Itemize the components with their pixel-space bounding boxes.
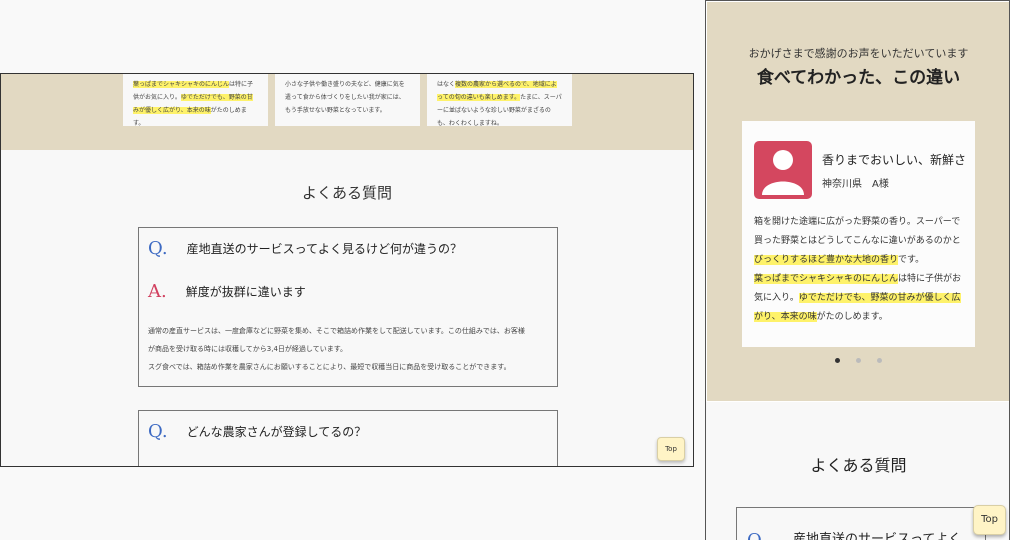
q-mark: Q. bbox=[148, 421, 168, 442]
faq-answer: A. 鮮度が抜群に違います bbox=[148, 281, 306, 302]
q-mark: Q. bbox=[747, 530, 767, 540]
answer-body-line: 通常の産直サービスは、一度倉庫などに野菜を集め、そこで箱詰め作業をして配送してい… bbox=[148, 327, 525, 335]
card-highlight: びっくりするほど豊かな大地の香り bbox=[754, 255, 899, 265]
card-text: はなく bbox=[437, 81, 456, 88]
q-mark: Q. bbox=[148, 238, 168, 259]
question-text: 産地直送のサービスってよく見るけど何が違うの？ bbox=[186, 242, 462, 256]
carousel-dot[interactable] bbox=[877, 358, 882, 363]
faq-item[interactable]: Q. 産地直送のサービスってよく bbox=[736, 507, 986, 540]
question-text: 産地直送のサービスってよく bbox=[793, 532, 962, 540]
faq-item-2: Q. どんな農家さんが登録してるの？ bbox=[138, 410, 558, 466]
scroll-top-button[interactable]: Top bbox=[657, 437, 685, 461]
testimonial-card-2: 小さな子供や働き盛りの夫など、健康に気を遣って食から体づくりをしたい我が家には、… bbox=[275, 74, 420, 126]
card-body: 箱を開けた途端に広がった野菜の香り。スーパーで買った野菜とはどうしてこんなに違い… bbox=[754, 213, 966, 327]
person-avatar-icon bbox=[754, 141, 812, 199]
testimonial-subtitle: おかげさまで感謝のお声をいただいています bbox=[748, 47, 969, 60]
faq-question[interactable]: Q. 産地直送のサービスってよく見るけど何が違うの？ bbox=[148, 238, 462, 259]
faq-title: よくある質問 bbox=[810, 456, 907, 475]
scroll-top-button[interactable]: Top bbox=[973, 505, 1006, 535]
card-title: 香りまでおいしい、新鮮さ bbox=[822, 153, 967, 167]
carousel-dot[interactable] bbox=[835, 358, 840, 363]
card-text: 箱を開けた途端に広がった野菜の香り。スーパーで買った野菜とはどうしてこんなに違い… bbox=[754, 217, 961, 246]
card-text: 小さな子供や働き盛りの夫など、健康に気を遣って食から体づくりをしたい我が家には、… bbox=[285, 81, 405, 114]
a-mark: A. bbox=[148, 281, 167, 302]
faq-item-1: Q. 産地直送のサービスってよく見るけど何が違うの？ A. 鮮度が抜群に違います… bbox=[138, 227, 558, 387]
testimonial-title: 食べてわかった、この違い bbox=[756, 68, 961, 88]
testimonial-band: 葉っぱまでシャキシャキのにんじんは特に子供がお気に入り。ゆでただけでも、野菜の甘… bbox=[1, 74, 693, 150]
desktop-preview: 葉っぱまでシャキシャキのにんじんは特に子供がお気に入り。ゆでただけでも、野菜の甘… bbox=[0, 73, 694, 467]
carousel-dots bbox=[706, 358, 1009, 363]
answer-body: 通常の産直サービスは、一度倉庫などに野菜を集め、そこで箱詰め作業をして配送してい… bbox=[148, 322, 553, 376]
question-text: どんな農家さんが登録してるの？ bbox=[186, 425, 367, 439]
card-author: 神奈川県 A様 bbox=[822, 179, 889, 190]
testimonial-card-3: はなく複数の農家から選べるので、地域によっての旬の違いも楽しめます。たまに、スー… bbox=[427, 74, 572, 126]
carousel-dot[interactable] bbox=[856, 358, 861, 363]
card-highlight: 葉っぱまでシャキシャキのにんじん bbox=[754, 274, 899, 284]
mobile-preview: おかげさまで感謝のお声をいただいています 食べてわかった、この違い 香りまでおい… bbox=[705, 0, 1010, 540]
faq-title: よくある質問 bbox=[301, 184, 392, 202]
card-text: です。 bbox=[898, 255, 925, 265]
answer-text: 鮮度が抜群に違います bbox=[185, 285, 306, 299]
card-text: がたのしめます。 bbox=[816, 312, 888, 322]
card-highlight: 葉っぱまでシャキシャキのにんじん bbox=[133, 81, 230, 88]
answer-body-line: スグ食べでは、箱詰め作業を農家さんにお願いすることにより、最短で収穫当日に商品を… bbox=[148, 363, 511, 371]
testimonial-card-1: 葉っぱまでシャキシャキのにんじんは特に子供がお気に入り。ゆでただけでも、野菜の甘… bbox=[123, 74, 268, 126]
testimonial-card: 香りまでおいしい、新鮮さ 神奈川県 A様 箱を開けた途端に広がった野菜の香り。ス… bbox=[742, 121, 975, 347]
faq-question[interactable]: Q. どんな農家さんが登録してるの？ bbox=[148, 421, 366, 442]
answer-body-line: が商品を受け取る時には収穫してから3,4日が経過しています。 bbox=[148, 345, 348, 353]
